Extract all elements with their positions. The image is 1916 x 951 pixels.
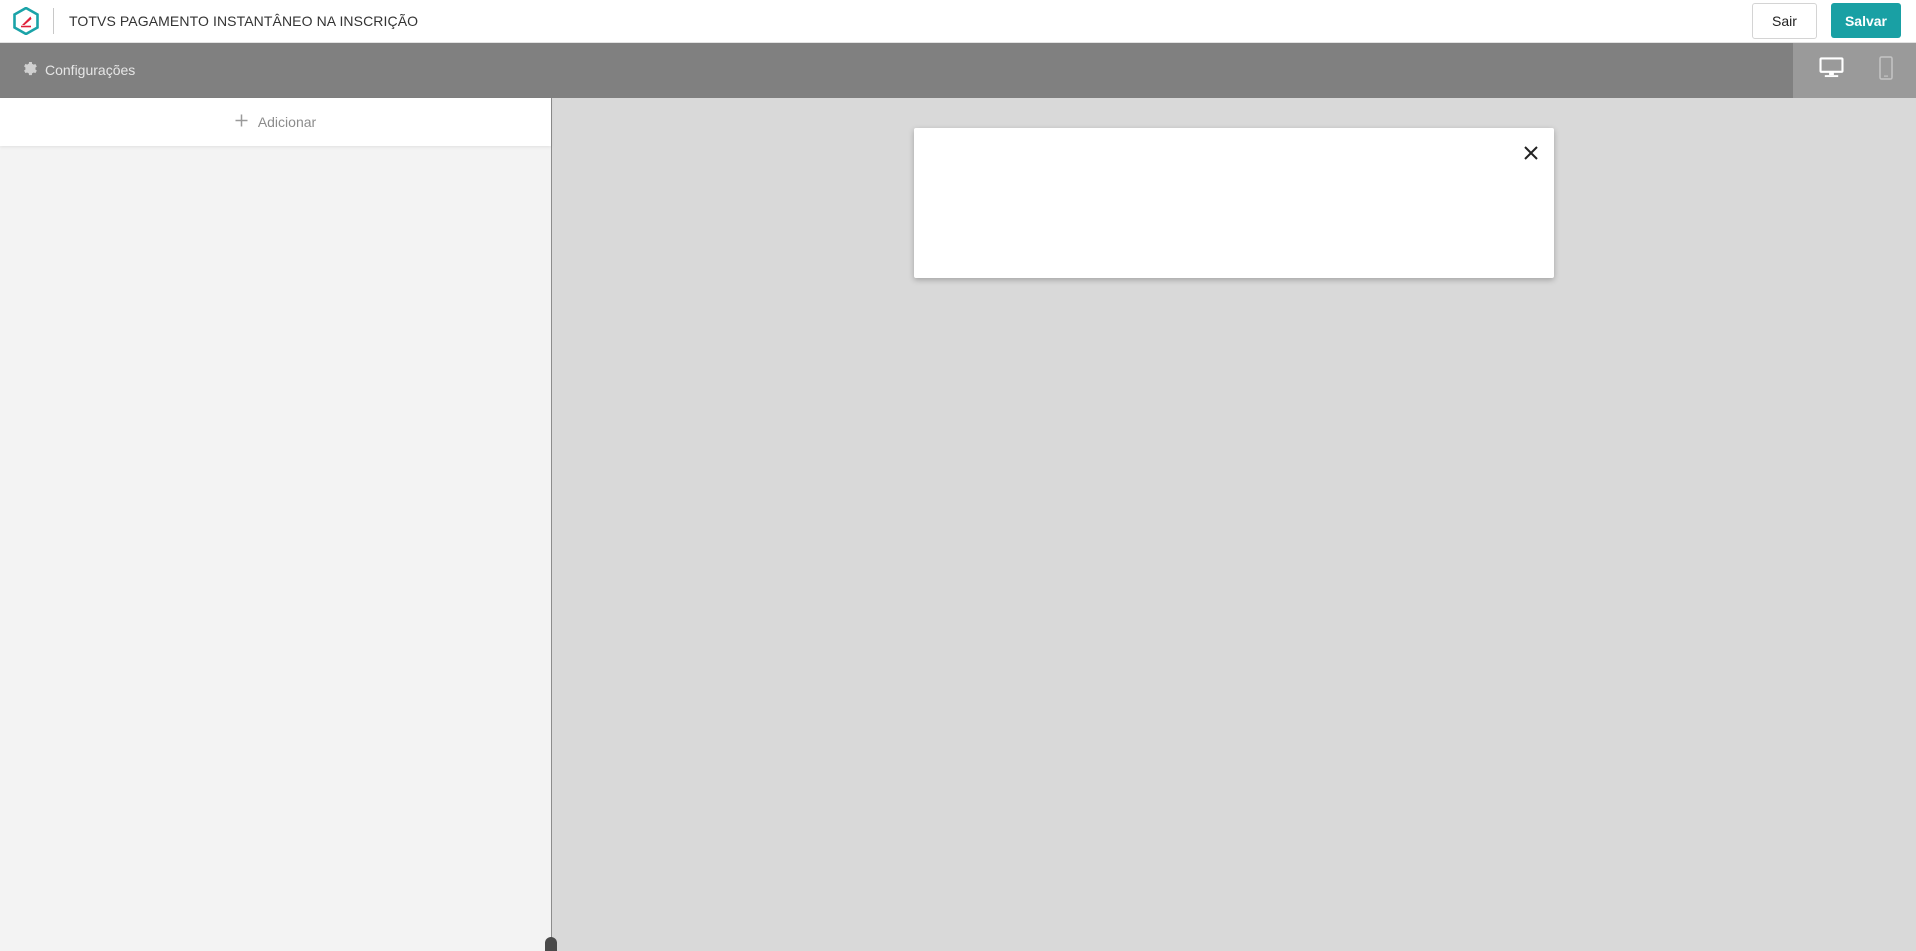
desktop-view-button[interactable]	[1815, 55, 1847, 85]
desktop-icon	[1818, 57, 1844, 83]
gear-icon	[22, 61, 37, 79]
add-button[interactable]: Adicionar	[0, 98, 551, 146]
panel-resize-handle[interactable]	[545, 937, 557, 951]
popup-modal	[914, 128, 1554, 278]
add-label: Adicionar	[257, 114, 317, 130]
totvs-logo-icon[interactable]	[12, 6, 40, 36]
plus-icon	[235, 114, 248, 130]
device-toggle	[1793, 43, 1916, 98]
settings-button[interactable]: Configurações	[22, 61, 135, 79]
mobile-view-button[interactable]	[1870, 55, 1902, 85]
close-button[interactable]	[1519, 143, 1543, 167]
components-panel: Adicionar	[0, 98, 552, 951]
editor-toolbar: Configurações	[0, 43, 1916, 98]
close-icon	[1523, 145, 1539, 166]
logo-divider	[53, 8, 54, 34]
save-button[interactable]: Salvar	[1831, 3, 1901, 38]
mobile-icon	[1879, 55, 1893, 85]
exit-button[interactable]: Sair	[1752, 3, 1817, 39]
settings-label: Configurações	[45, 62, 136, 78]
top-bar: TOTVS PAGAMENTO INSTANTÂNEO NA INSCRIÇÃO…	[0, 0, 1916, 43]
page-title: TOTVS PAGAMENTO INSTANTÂNEO NA INSCRIÇÃO	[69, 13, 419, 29]
